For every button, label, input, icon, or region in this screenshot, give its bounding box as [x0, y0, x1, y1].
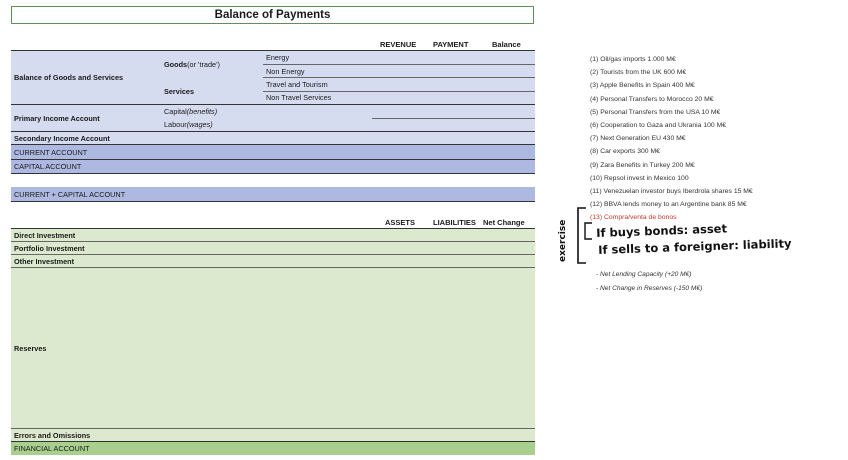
note-item: (5) Personal Transfers from the USA 10 M…: [590, 108, 721, 116]
row-energy: Energy: [263, 51, 535, 64]
notes-list: (1) Oil/gas imports 1.000 M€ (2) Tourist…: [590, 53, 753, 225]
summary-net-lending: - Net Lending Capacity (+20 M€): [596, 271, 692, 278]
current-account-row: CURRENT ACCOUNT: [11, 145, 535, 159]
financial-account-row: FINANCIAL ACCOUNT: [11, 442, 535, 455]
services-label: Services: [161, 78, 263, 104]
note-item: (8) Car exports 300 M€: [590, 148, 660, 156]
handwritten-bracket-icon: [577, 207, 592, 264]
note-item: (1) Oil/gas imports 1.000 M€: [590, 56, 676, 63]
errors-omissions-row: Errors and Omissions: [11, 429, 535, 441]
summary-net-change-reserves: - Net Change in Reserves (-150 M€): [596, 285, 703, 292]
goods-label-suffix: (or 'trade'): [187, 60, 220, 69]
bogs-label: Balance of Goods and Services: [11, 51, 161, 104]
page-title: Balance of Payments: [11, 6, 534, 24]
reserves-row: Reserves: [11, 268, 535, 428]
capital-account-row: CAPITAL ACCOUNT: [11, 160, 535, 173]
row-non-travel: Non Travel Services: [263, 91, 535, 104]
col-header-assets: ASSETS: [385, 218, 416, 227]
col-header-revenue: REVENUE: [380, 40, 417, 49]
note-item: (7) Next Generation EU 430 M€: [590, 135, 686, 143]
row-non-energy: Non Energy: [263, 64, 535, 78]
other-investment-row: Other Investment: [11, 255, 535, 267]
note-item: (12) BBVA lends money to an Argentine ba…: [590, 201, 747, 209]
note-item: (10) Repsol invest in Mexico 100: [590, 174, 689, 182]
row-travel: Travel and Tourism: [263, 78, 535, 91]
note-item: (11) Venezuelan investor buys Iberdrola …: [590, 188, 753, 196]
handwritten-side-note: exercise: [558, 219, 568, 262]
note-item: (2) Tourists from the UK 600 M€: [590, 69, 687, 77]
direct-investment-row: Direct Investment: [11, 229, 535, 241]
capital-prefix: Capital: [164, 107, 187, 116]
col-header-net-change: Net Change: [483, 218, 525, 227]
row-labour-wages: Labour (wages): [161, 118, 535, 131]
capital-suffix: (benefits): [186, 107, 218, 116]
goods-label: Goods (or 'trade'): [161, 51, 263, 78]
goods-label-prefix: Goods: [164, 60, 188, 69]
portfolio-investment-row: Portfolio Investment: [11, 242, 535, 254]
primary-income-label: Primary Income Account: [11, 105, 161, 131]
note-item: (6) Cooperation to Gaza and Ukrania 100 …: [590, 122, 727, 130]
col-header-payment: PAYMENT: [433, 40, 469, 49]
labour-suffix: (wages): [186, 120, 213, 129]
secondary-income-label: Secondary Income Account: [11, 132, 535, 144]
row-capital-benefits: Capital (benefits): [161, 105, 535, 118]
current-plus-capital-row: CURRENT + CAPITAL ACCOUNT: [11, 187, 535, 201]
note-item: (9) Zara Benefits in Turkey 200 M€: [590, 161, 695, 169]
handwritten-line-2: If sells to a foreigner: liability: [598, 236, 792, 257]
labour-prefix: Labour: [164, 120, 187, 129]
col-header-liabilities: LIABILITIES: [433, 218, 476, 227]
note-item: (4) Personal Transfers to Morocco 20 M€: [590, 95, 714, 103]
col-header-balance: Balance: [492, 40, 521, 49]
note-item: (3) Apple Benefits in Spain 400 M€: [590, 82, 695, 90]
